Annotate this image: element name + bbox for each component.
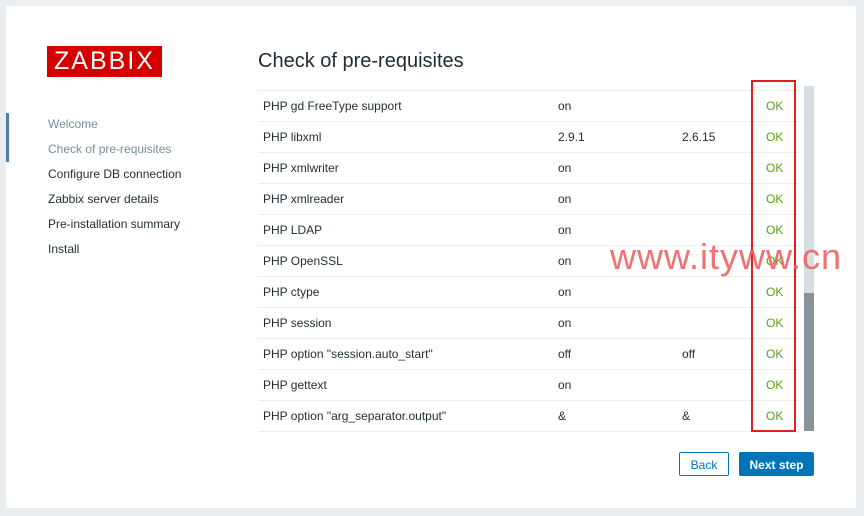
table-row: PHP option "arg_separator.output" & & OK (258, 400, 800, 432)
current-value: on (558, 192, 572, 206)
required-value: & (682, 409, 691, 423)
current-value: & (558, 409, 567, 423)
current-value: on (558, 99, 572, 113)
table-row: PHP gd FreeType support on OK (258, 90, 800, 121)
requirement-name: PHP gd FreeType support (263, 99, 402, 113)
table-row: PHP libxml 2.9.1 2.6.15 OK (258, 121, 800, 152)
setup-steps-nav: Welcome Check of pre-requisites Configur… (48, 116, 181, 266)
current-value: on (558, 378, 572, 392)
step-configure-db: Configure DB connection (48, 167, 182, 181)
next-step-button[interactable]: Next step (739, 452, 814, 476)
step-server-details: Zabbix server details (48, 192, 159, 206)
current-value: off (558, 347, 572, 361)
current-value: on (558, 285, 572, 299)
requirement-name: PHP OpenSSL (263, 254, 343, 268)
current-value: on (558, 254, 572, 268)
active-step-indicator (6, 113, 9, 162)
table-row: PHP gettext on OK (258, 369, 800, 400)
step-pre-install-summary: Pre-installation summary (48, 217, 181, 231)
table-row: PHP xmlreader on OK (258, 183, 800, 214)
table-row: PHP xmlwriter on OK (258, 152, 800, 183)
current-value: on (558, 161, 572, 175)
table-row: PHP ctype on OK (258, 276, 800, 307)
requirement-name: PHP gettext (263, 378, 327, 392)
back-button[interactable]: Back (679, 452, 729, 476)
table-row: PHP session on OK (258, 307, 800, 338)
required-value: off (682, 347, 696, 361)
step-welcome: Welcome (48, 117, 98, 131)
requirement-name: PHP session (263, 316, 332, 330)
scrollbar-thumb[interactable] (804, 293, 814, 431)
watermark: www.ityww.cn (610, 236, 843, 277)
requirement-name: PHP option "session.auto_start" (263, 347, 433, 361)
current-value: 2.9.1 (558, 130, 585, 144)
required-value: 2.6.15 (682, 130, 716, 144)
table-row: PHP option "session.auto_start" off off … (258, 338, 800, 369)
page-title: Check of pre-requisites (258, 50, 464, 72)
requirement-name: PHP option "arg_separator.output" (263, 409, 447, 423)
zabbix-logo: ZABBIX (47, 46, 162, 77)
requirement-name: PHP xmlwriter (263, 161, 339, 175)
requirement-name: PHP LDAP (263, 223, 323, 237)
requirement-name: PHP xmlreader (263, 192, 345, 206)
requirement-name: PHP libxml (263, 130, 322, 144)
requirement-name: PHP ctype (263, 285, 320, 299)
current-value: on (558, 316, 572, 330)
step-check-prerequisites: Check of pre-requisites (48, 142, 172, 156)
step-install: Install (48, 242, 80, 256)
current-value: on (558, 223, 572, 237)
